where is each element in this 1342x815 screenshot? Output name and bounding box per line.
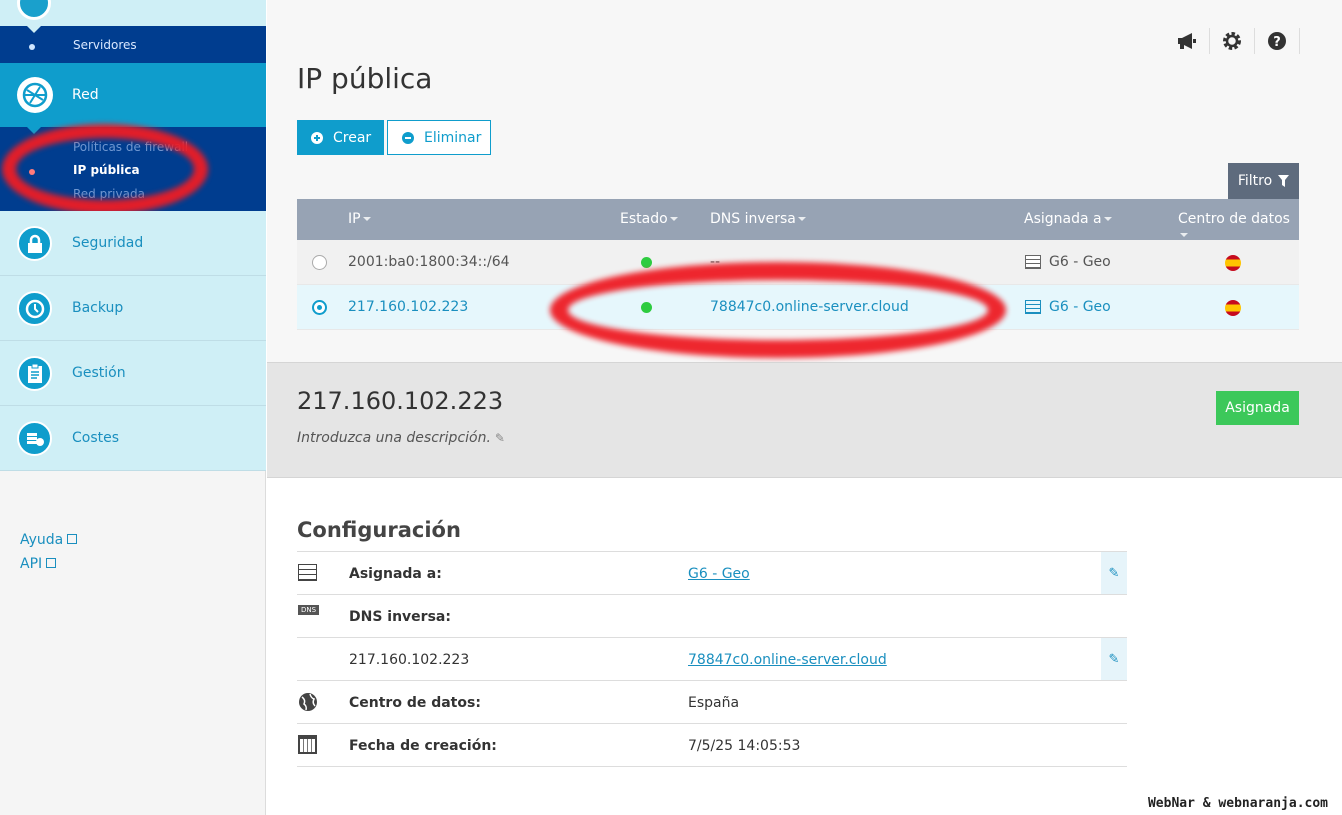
network-globe-icon [17, 77, 53, 113]
link-ayuda[interactable]: Ayuda [20, 532, 78, 548]
sidebar-item-backup[interactable]: Backup [0, 276, 266, 341]
config-row-dns-label: DNS DNS inversa: [297, 595, 1127, 638]
sidebar-subitem-servers[interactable]: Servidores [0, 26, 266, 63]
link-api[interactable]: API [20, 556, 77, 572]
cell-ip: 217.160.102.223 [348, 299, 469, 315]
annotation-oval [550, 262, 1006, 358]
column-ip[interactable]: IP [348, 211, 371, 227]
sort-caret-icon [362, 217, 371, 221]
description-field[interactable]: Introduzca una descripción. ✎ [297, 430, 505, 446]
config-title: Configuración [297, 518, 461, 542]
status-badge: Asignada [1216, 391, 1299, 425]
servers-icon [17, 0, 51, 20]
sidebar-item-costes[interactable]: Costes [0, 406, 266, 471]
external-link-icon [46, 558, 57, 568]
filter-button[interactable]: Filtro [1228, 163, 1299, 199]
column-dns-inversa[interactable]: DNS inversa [710, 211, 806, 227]
sidebar-item-red[interactable]: Red [0, 63, 266, 127]
page-title: IP pública [297, 62, 433, 95]
server-icon [298, 564, 317, 581]
column-estado[interactable]: Estado [620, 211, 678, 227]
coins-icon [17, 421, 52, 456]
assigned-link[interactable]: G6 - Geo [688, 566, 750, 582]
main-content: ? IP pública Crear Eliminar Filtro IP Es… [267, 0, 1342, 815]
bullet-icon [29, 44, 35, 50]
sidebar-item-label: Costes [72, 430, 120, 446]
globe-icon [299, 693, 317, 711]
spain-flag-icon [1225, 300, 1241, 316]
clipboard-icon [17, 356, 52, 391]
plus-circle-icon [311, 131, 323, 144]
sidebar-item-label: Backup [72, 300, 124, 316]
config-table: Asignada a: G6 - Geo ✎ DNS DNS inversa: … [297, 551, 1127, 767]
detail-header: 217.160.102.223 Introduzca una descripci… [267, 362, 1342, 478]
list-panel: ? IP pública Crear Eliminar Filtro IP Es… [267, 0, 1342, 362]
sidebar-item-partial[interactable] [0, 0, 266, 26]
sidebar-links: Ayuda API [20, 532, 78, 580]
create-button[interactable]: Crear [297, 120, 384, 155]
row-radio[interactable] [312, 300, 327, 315]
config-row-dns-entry: 217.160.102.223 78847c0.online-server.cl… [297, 638, 1127, 681]
dns-link[interactable]: 78847c0.online-server.cloud [688, 652, 887, 668]
funnel-icon [1278, 175, 1290, 187]
lock-icon [17, 226, 52, 261]
sort-caret-icon [1103, 217, 1112, 221]
sort-caret-icon [669, 217, 678, 221]
svg-text:?: ? [1273, 35, 1281, 50]
edit-pencil-icon[interactable]: ✎ [1101, 552, 1127, 594]
edit-pencil-icon[interactable]: ✎ [1101, 638, 1127, 680]
column-asignada-a[interactable]: Asignada a [1024, 211, 1112, 227]
delete-button[interactable]: Eliminar [387, 120, 491, 155]
sidebar-item-label: Gestión [72, 365, 126, 381]
megaphone-icon[interactable] [1165, 28, 1210, 54]
pencil-icon[interactable]: ✎ [495, 431, 505, 445]
config-row-datacenter: Centro de datos: España [297, 681, 1127, 724]
dns-icon: DNS [298, 605, 320, 615]
config-row-assigned: Asignada a: G6 - Geo ✎ [297, 552, 1127, 595]
cell-assigned: G6 - Geo [1049, 299, 1111, 315]
calendar-icon [298, 735, 317, 754]
header-toolbar: ? [1165, 28, 1300, 54]
minus-circle-icon [402, 131, 414, 144]
status-dot-icon [641, 257, 652, 268]
cell-ip: 2001:ba0:1800:34::/64 [348, 254, 510, 270]
spain-flag-icon [1225, 255, 1241, 271]
config-row-created: Fecha de creación: 7/5/25 14:05:53 [297, 724, 1127, 767]
clock-history-icon [17, 291, 52, 326]
row-radio[interactable] [312, 255, 327, 270]
sidebar: Servidores Red Políticas de firewall IP … [0, 0, 266, 815]
sort-caret-icon [1180, 233, 1188, 237]
server-icon [1025, 255, 1041, 269]
sidebar-item-label: Seguridad [72, 235, 144, 251]
watermark: WebNar & webnaranja.com [1147, 796, 1328, 811]
help-icon[interactable]: ? [1255, 28, 1300, 54]
external-link-icon [67, 534, 78, 544]
server-icon [1025, 300, 1041, 314]
column-centro-datos[interactable]: Centro de datos [1178, 211, 1299, 243]
sort-caret-icon [797, 217, 806, 221]
sidebar-item-gestion[interactable]: Gestión [0, 341, 266, 406]
sidebar-subitem-label: Servidores [73, 38, 137, 52]
sidebar-item-seguridad[interactable]: Seguridad [0, 211, 266, 276]
annotation-oval [2, 124, 208, 214]
cell-assigned: G6 - Geo [1049, 254, 1111, 270]
detail-ip-title: 217.160.102.223 [297, 387, 504, 415]
gear-icon[interactable] [1210, 28, 1255, 54]
sidebar-item-label: Red [72, 87, 99, 103]
table-header: IP Estado DNS inversa Asignada a Centro … [297, 199, 1299, 240]
